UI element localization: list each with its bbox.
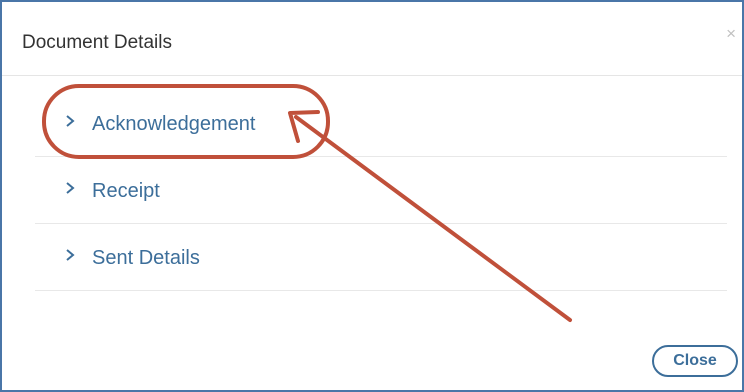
dialog-header: Document Details × bbox=[2, 2, 742, 76]
document-details-dialog: Document Details × Acknowledgement Recei… bbox=[0, 0, 744, 392]
dialog-body: Acknowledgement Receipt Sent Details bbox=[35, 90, 727, 291]
chevron-right-icon bbox=[66, 249, 75, 261]
accordion-item-label: Acknowledgement bbox=[92, 113, 256, 135]
accordion-item-label: Receipt bbox=[92, 180, 160, 202]
close-icon[interactable]: × bbox=[726, 25, 736, 43]
close-button[interactable]: Close bbox=[652, 345, 738, 377]
accordion-item-sent-details[interactable]: Sent Details bbox=[35, 224, 727, 291]
accordion-item-label: Sent Details bbox=[92, 247, 200, 269]
dialog-title: Document Details bbox=[22, 32, 172, 53]
chevron-right-icon bbox=[66, 115, 75, 127]
accordion-item-receipt[interactable]: Receipt bbox=[35, 157, 727, 224]
accordion-item-acknowledgement[interactable]: Acknowledgement bbox=[35, 90, 727, 157]
chevron-right-icon bbox=[66, 182, 75, 194]
